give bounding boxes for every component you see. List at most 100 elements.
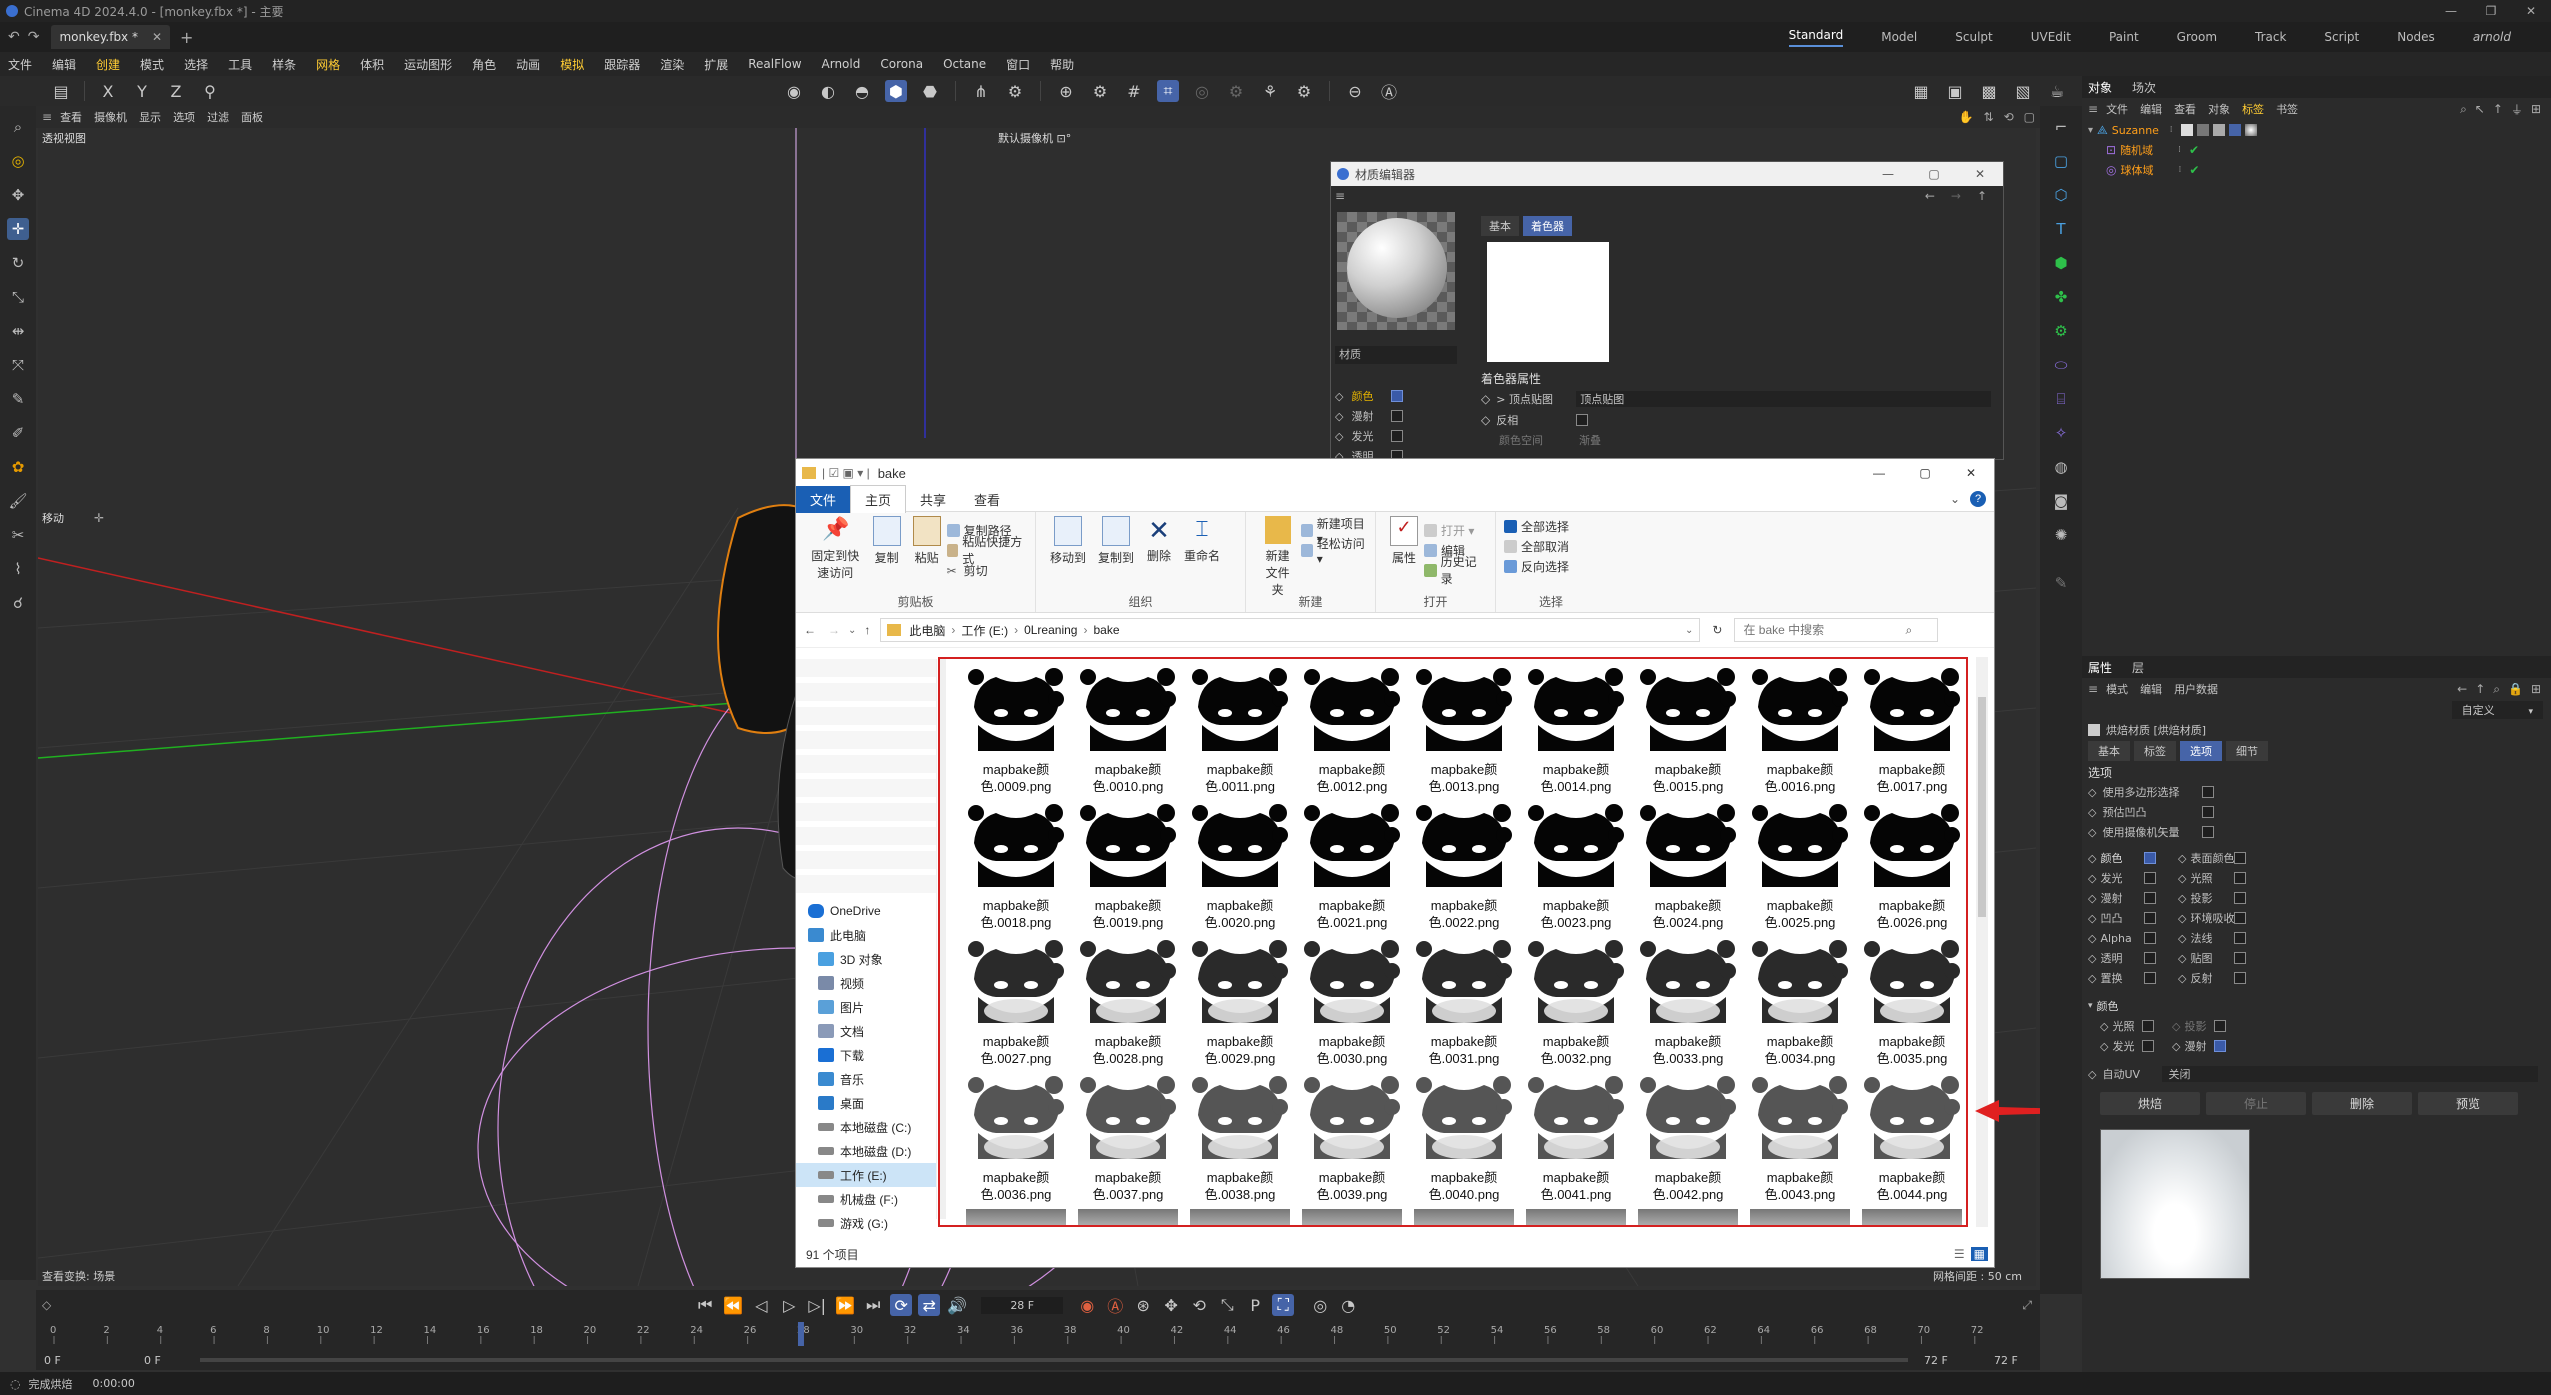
file-item[interactable]: mapbake颜色.0021.png	[1296, 801, 1408, 937]
sound-icon[interactable]: 🔊	[946, 1294, 968, 1316]
om-layers-icon[interactable]: ⊞	[2531, 102, 2541, 116]
menu-select[interactable]: 选择	[184, 56, 208, 73]
film-strip-icon[interactable]: ▦	[1910, 80, 1932, 102]
file-item[interactable]: mapbake颜色.0018.png	[960, 801, 1072, 937]
left-channel[interactable]: ◇ 置换	[2088, 968, 2178, 988]
file-item[interactable]: mapbake颜色.0022.png	[1408, 801, 1520, 937]
layout-tab-standard[interactable]: Standard	[1788, 28, 1844, 47]
rename-button[interactable]: ⌶ 重命名	[1184, 516, 1220, 564]
color-opt-light[interactable]: ◇ 光照	[2100, 1016, 2172, 1036]
color-opt-shadow-checkbox[interactable]	[2214, 1020, 2227, 1032]
file-item-partial[interactable]	[1520, 1209, 1632, 1225]
file-item[interactable]: mapbake颜色.0011.png	[1184, 665, 1296, 801]
file-item[interactable]: mapbake颜色.0035.png	[1856, 937, 1966, 1073]
visibility-dots-2[interactable]: ⁞	[2178, 145, 2181, 155]
left-channel-checkbox[interactable]	[2144, 932, 2157, 944]
display-shading-icon[interactable]: ⬢	[885, 80, 907, 102]
ribbon-tab-share[interactable]: 共享	[906, 486, 960, 513]
subtab-details[interactable]: 细节	[2226, 741, 2268, 761]
range-end-field-2[interactable]: 72 F	[1994, 1354, 2034, 1367]
color-opt-diffuse-checkbox[interactable]	[2214, 1040, 2227, 1052]
file-item[interactable]: mapbake颜色.0026.png	[1856, 801, 1966, 937]
file-item[interactable]: mapbake颜色.0031.png	[1408, 937, 1520, 1073]
viewport-menu-cameras[interactable]: 摄像机	[94, 109, 127, 125]
nav-downloads[interactable]: 下载	[796, 1043, 936, 1067]
menu-volume[interactable]: 体积	[360, 56, 384, 73]
channel-color[interactable]: ◇ 颜色	[1335, 386, 1455, 406]
file-item[interactable]: mapbake颜色.0034.png	[1744, 937, 1856, 1073]
measure-icon[interactable]: ⌇	[7, 558, 29, 580]
deformer-icon[interactable]: ⬭	[2050, 354, 2072, 376]
file-item[interactable]: mapbake颜色.0039.png	[1296, 1073, 1408, 1209]
color-opt-light-checkbox[interactable]	[2142, 1020, 2155, 1032]
new-tab-icon[interactable]: +	[180, 28, 193, 47]
snap-grid-icon[interactable]: ⌗	[1157, 80, 1179, 102]
explorer-close-icon[interactable]: ✕	[1948, 466, 1994, 480]
file-item-partial[interactable]	[1856, 1209, 1966, 1225]
next-frame-icon[interactable]: ▷|	[806, 1294, 828, 1316]
color-opt-luminance-checkbox[interactable]	[2142, 1040, 2155, 1052]
range-end-field[interactable]: 72 F	[1924, 1354, 1964, 1367]
attr-new-icon[interactable]: ⊞	[2531, 682, 2541, 696]
knife-icon[interactable]: ✂	[7, 524, 29, 546]
gear-green-icon[interactable]: ⚙	[2050, 320, 2072, 342]
material-editor-close-icon[interactable]: ✕	[1957, 167, 2003, 181]
workplane-icon[interactable]: ⊕	[1055, 80, 1077, 102]
right-channel-checkbox[interactable]	[2234, 912, 2247, 924]
viewport-menu-options[interactable]: 选项	[173, 109, 195, 125]
breadcrumb-folder[interactable]: 0Lreaning	[1024, 623, 1077, 637]
render-film-icon[interactable]: ▣	[1944, 80, 1966, 102]
large-icons-view-icon[interactable]: ▦	[1970, 1247, 1988, 1261]
right-channel-checkbox[interactable]	[2234, 972, 2247, 984]
record-icon[interactable]: ◉	[1076, 1294, 1098, 1316]
paint-icon[interactable]: ✿	[7, 456, 29, 478]
nav-drive-e[interactable]: 工作 (E:)	[796, 1163, 936, 1187]
file-item[interactable]: mapbake颜色.0012.png	[1296, 665, 1408, 801]
attr-search-icon[interactable]: ⌕	[2493, 682, 2500, 697]
field-icon[interactable]: ⌸	[2050, 388, 2072, 410]
om-menu-file[interactable]: 文件	[2106, 101, 2128, 117]
file-item-partial[interactable]	[1296, 1209, 1408, 1225]
visibility-dots-3[interactable]: ⁞	[2178, 165, 2181, 175]
move-to-button[interactable]: 移动到	[1050, 516, 1086, 566]
viewport-zoom-icon[interactable]: ⇅	[1984, 110, 1994, 124]
menu-window[interactable]: 窗口	[1006, 56, 1030, 73]
attr-menu-userdata[interactable]: 用户数据	[2174, 681, 2218, 697]
menu-mesh[interactable]: 网格	[316, 56, 340, 73]
light-icon[interactable]: ✺	[2050, 524, 2072, 546]
file-item[interactable]: mapbake颜色.0019.png	[1072, 801, 1184, 937]
delete-bake-button[interactable]: 删除	[2312, 1092, 2412, 1115]
transform-all-icon[interactable]: ⤧	[7, 354, 29, 376]
render-view-icon[interactable]: ◐	[817, 80, 839, 102]
key-param-icon[interactable]: P	[1244, 1294, 1266, 1316]
channel-luminance-checkbox[interactable]	[1391, 430, 1404, 442]
lock-icon[interactable]: ◎	[1191, 80, 1213, 102]
select-none-button[interactable]: 全部取消	[1504, 536, 1598, 556]
timeline-expand-icon[interactable]: ⤢	[2022, 1298, 2032, 1313]
right-channel-checkbox[interactable]	[2234, 892, 2247, 904]
object-manager-toggle-icon[interactable]: ⌐	[2050, 116, 2072, 138]
minimize-icon[interactable]: —	[2431, 4, 2471, 18]
file-item[interactable]: mapbake颜色.0023.png	[1520, 801, 1632, 937]
breadcrumb-this-pc[interactable]: 此电脑	[909, 622, 945, 639]
undo-icon[interactable]: ↶	[8, 29, 20, 45]
environment-icon[interactable]: ◍	[2050, 456, 2072, 478]
menu-spline[interactable]: 样条	[272, 56, 296, 73]
key-pla-icon[interactable]: ⛶	[1272, 1294, 1295, 1316]
object-row-suzanne[interactable]: ▾ ⟁ Suzanne ⁞	[2082, 120, 2551, 140]
file-item[interactable]: mapbake颜色.0037.png	[1072, 1073, 1184, 1209]
menu-file[interactable]: 文件	[8, 56, 32, 73]
right-channel[interactable]: ◇ 表面颜色	[2178, 848, 2288, 868]
up-arrow-icon[interactable]: ↑	[1977, 189, 1987, 203]
redo-icon[interactable]: ↷	[28, 29, 40, 45]
scale-tool-icon[interactable]: ⤡	[7, 286, 29, 308]
material-preview[interactable]	[1337, 212, 1455, 330]
history-button[interactable]: 历史记录	[1424, 555, 1487, 586]
option-polygon-selection[interactable]: ◇ 使用多边形选择	[2088, 782, 2551, 802]
file-item[interactable]: mapbake颜色.0028.png	[1072, 937, 1184, 1073]
layout-tab-groom[interactable]: Groom	[2177, 30, 2217, 44]
easy-access-button[interactable]: 轻松访问 ▾	[1301, 537, 1367, 566]
address-bar[interactable]: 此电脑 › 工作 (E:) › 0Lreaning › bake ⌄	[880, 618, 1701, 642]
tag-uvw-icon[interactable]	[2196, 124, 2209, 136]
copy-to-button[interactable]: 复制到	[1098, 516, 1134, 566]
